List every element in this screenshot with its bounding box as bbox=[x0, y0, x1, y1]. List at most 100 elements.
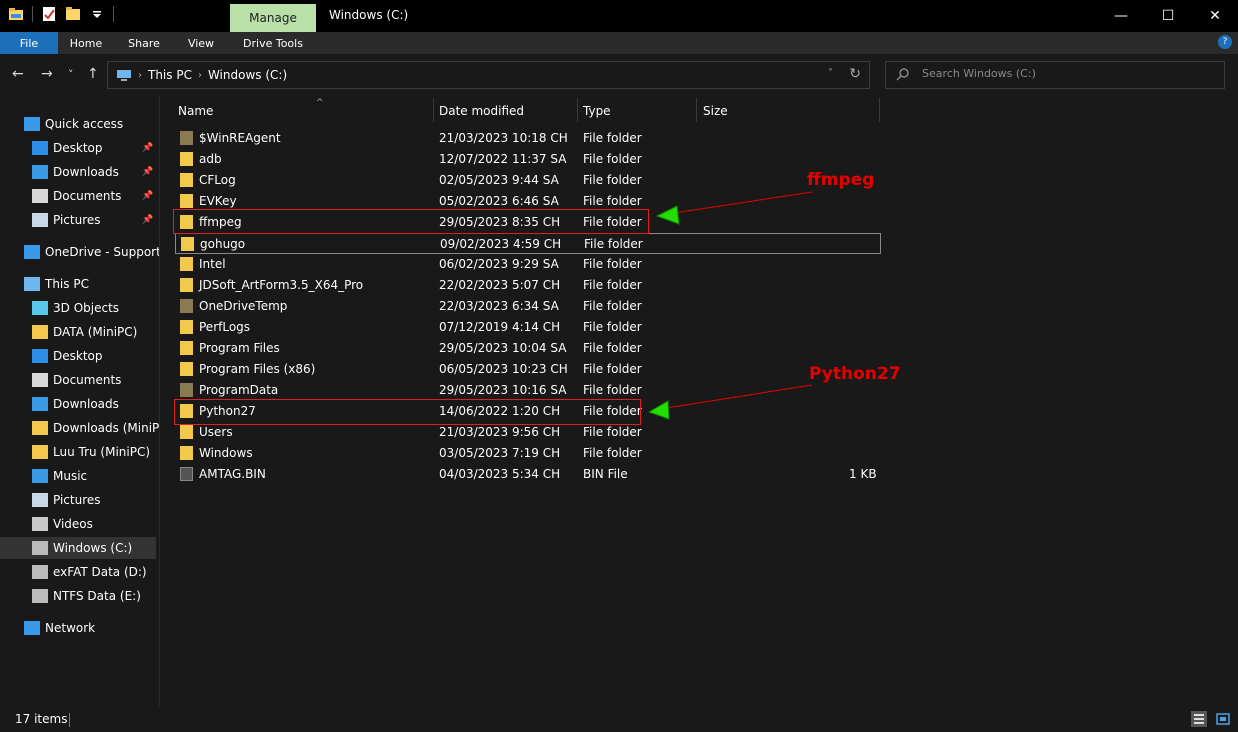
sidebar-item-downloads[interactable]: Downloads 📌 bbox=[0, 161, 159, 183]
sidebar-item-documents[interactable]: Documents 📌 bbox=[0, 185, 159, 207]
sidebar-item-3d-objects[interactable]: 3D Objects bbox=[0, 297, 159, 319]
file-row[interactable]: JDSoft_ArtForm3.5_X64_Pro 22/02/2023 5:07… bbox=[175, 275, 881, 296]
search-box[interactable] bbox=[885, 61, 1225, 89]
sidebar-item-ntfs-data-e[interactable]: NTFS Data (E:) bbox=[0, 585, 159, 607]
python27-highlight-box bbox=[174, 399, 641, 425]
column-header-size[interactable]: Size bbox=[703, 100, 878, 122]
sidebar-item-downloads-minipc[interactable]: Downloads (MiniPC bbox=[0, 417, 159, 439]
sidebar-item-desktop[interactable]: Desktop bbox=[0, 345, 159, 367]
sidebar-item-this-pc[interactable]: This PC bbox=[0, 273, 159, 295]
breadcrumb-windows-c[interactable]: Windows (C:) bbox=[208, 68, 287, 82]
column-divider[interactable] bbox=[879, 98, 880, 122]
file-row[interactable]: AMTAG.BIN 04/03/2023 5:34 CH BIN File 1 KB bbox=[175, 464, 881, 485]
file-row[interactable]: Users 21/03/2023 9:56 CH File folder bbox=[175, 422, 881, 443]
sidebar-item-pictures[interactable]: Pictures bbox=[0, 489, 159, 511]
star-icon bbox=[24, 117, 40, 131]
file-type: File folder bbox=[583, 383, 642, 397]
sidebar-item-label: Downloads (MiniPC bbox=[53, 421, 159, 435]
forward-button[interactable]: → bbox=[41, 66, 53, 82]
breadcrumb-this-pc[interactable]: This PC bbox=[148, 68, 192, 82]
maximize-button[interactable]: ☐ bbox=[1145, 0, 1191, 32]
sidebar-item-network[interactable]: Network bbox=[0, 617, 159, 639]
sidebar-item-documents[interactable]: Documents bbox=[0, 369, 159, 391]
file-row[interactable]: OneDriveTemp 22/03/2023 6:34 SA File folde… bbox=[175, 296, 881, 317]
file-type: File folder bbox=[583, 299, 642, 313]
sidebar-item-desktop[interactable]: Desktop 📌 bbox=[0, 137, 159, 159]
up-button[interactable]: ↑ bbox=[87, 66, 99, 82]
column-divider[interactable] bbox=[433, 98, 434, 122]
file-row[interactable]: Program Files (x86) 06/05/2023 10:23 CH Fi… bbox=[175, 359, 881, 380]
sort-ascending-icon: ^ bbox=[316, 98, 324, 108]
tab-view[interactable]: View bbox=[174, 32, 228, 54]
file-row[interactable]: Windows 03/05/2023 7:19 CH File folder bbox=[175, 443, 881, 464]
file-row[interactable]: $WinREAgent 21/03/2023 10:18 CH File folde… bbox=[175, 128, 881, 149]
file-name: gohugo bbox=[200, 237, 246, 251]
column-divider[interactable] bbox=[696, 98, 697, 122]
documents-icon bbox=[32, 373, 48, 387]
file-row[interactable]: gohugo 09/02/2023 4:59 CH File folder bbox=[175, 233, 881, 254]
sidebar-item-label: Downloads bbox=[53, 397, 119, 411]
sidebar-item-label: 3D Objects bbox=[53, 301, 120, 315]
sidebar-item-label: DATA (MiniPC) bbox=[53, 325, 138, 339]
ffmpeg-annotation: ffmpeg bbox=[807, 170, 875, 190]
explorer-icon[interactable] bbox=[8, 6, 24, 22]
sidebar-item-label: Downloads bbox=[53, 165, 119, 179]
file-row[interactable]: PerfLogs 07/12/2019 4:14 CH File folder bbox=[175, 317, 881, 338]
file-name: EVKey bbox=[199, 194, 237, 208]
tab-file[interactable]: File bbox=[0, 32, 58, 54]
file-row[interactable]: CFLog 02/05/2023 9:44 SA File folder bbox=[175, 170, 881, 191]
drive-icon bbox=[32, 589, 48, 603]
minimize-button[interactable]: — bbox=[1098, 0, 1144, 32]
tab-share[interactable]: Share bbox=[114, 32, 174, 54]
file-name: ProgramData bbox=[199, 383, 279, 397]
file-type: File folder bbox=[583, 341, 642, 355]
sidebar-item-downloads[interactable]: Downloads bbox=[0, 393, 159, 415]
file-name: Intel bbox=[199, 257, 226, 271]
column-header-name[interactable]: Name ^ bbox=[178, 98, 433, 122]
new-folder-icon[interactable] bbox=[65, 6, 81, 22]
customize-toolbar-icon[interactable] bbox=[89, 6, 105, 22]
file-row[interactable]: Intel 06/02/2023 9:29 SA File folder bbox=[175, 254, 881, 275]
large-icons-view-icon[interactable] bbox=[1215, 711, 1231, 727]
tab-home[interactable]: Home bbox=[58, 32, 114, 54]
column-header-date[interactable]: Date modified bbox=[439, 100, 577, 122]
sidebar-item-music[interactable]: Music bbox=[0, 465, 159, 487]
file-name: Windows bbox=[199, 446, 253, 460]
file-row[interactable]: adb 12/07/2022 11:37 SA File folder bbox=[175, 149, 881, 170]
drive-icon bbox=[32, 565, 48, 579]
tab-drive-tools[interactable]: Drive Tools bbox=[230, 32, 316, 54]
sidebar-item-videos[interactable]: Videos bbox=[0, 513, 159, 535]
file-name: Program Files (x86) bbox=[199, 362, 316, 376]
sidebar-item-exfat-data-d[interactable]: exFAT Data (D:) bbox=[0, 561, 159, 583]
folder-icon bbox=[180, 425, 193, 439]
sidebar-item-windows-c[interactable]: Windows (C:) bbox=[0, 537, 156, 559]
details-view-icon[interactable] bbox=[1191, 711, 1207, 727]
file-type: File folder bbox=[583, 152, 642, 166]
file-name: PerfLogs bbox=[199, 320, 251, 334]
back-button[interactable]: ← bbox=[12, 66, 24, 82]
folder-icon bbox=[32, 445, 48, 459]
search-input[interactable] bbox=[922, 67, 1212, 80]
breadcrumb: › This PC › Windows (C:) bbox=[116, 68, 287, 82]
sidebar-item-luu-tru-minipc[interactable]: Luu Tru (MiniPC) bbox=[0, 441, 159, 463]
column-header-type[interactable]: Type bbox=[583, 100, 695, 122]
downloads-icon bbox=[32, 397, 48, 411]
sidebar-item-pictures[interactable]: Pictures 📌 bbox=[0, 209, 159, 231]
help-icon[interactable]: ? bbox=[1218, 35, 1232, 49]
recent-locations-button[interactable]: ˅ bbox=[68, 68, 74, 81]
manage-context-tab[interactable]: Manage bbox=[230, 4, 316, 32]
address-bar[interactable]: › This PC › Windows (C:) ˅ ↻ bbox=[107, 61, 870, 89]
sidebar-item-quick-access[interactable]: Quick access bbox=[0, 113, 159, 135]
sidebar-item-onedrive-support-f[interactable]: OneDrive - Support F bbox=[0, 241, 159, 263]
sidebar-item-data-minipc[interactable]: DATA (MiniPC) bbox=[0, 321, 159, 343]
column-divider[interactable] bbox=[577, 98, 578, 122]
file-date-modified: 07/12/2019 4:14 CH bbox=[439, 320, 561, 334]
properties-icon[interactable] bbox=[41, 6, 57, 22]
file-date-modified: 06/05/2023 10:23 CH bbox=[439, 362, 568, 376]
file-row[interactable]: Program Files 29/05/2023 10:04 SA File fol… bbox=[175, 338, 881, 359]
sidebar-item-label: Luu Tru (MiniPC) bbox=[53, 445, 151, 459]
refresh-button[interactable]: ↻ bbox=[849, 66, 861, 82]
close-button[interactable]: ✕ bbox=[1192, 0, 1238, 32]
file-row[interactable]: ProgramData 29/05/2023 10:16 SA File folde… bbox=[175, 380, 881, 401]
address-dropdown-button[interactable]: ˅ bbox=[828, 68, 833, 79]
